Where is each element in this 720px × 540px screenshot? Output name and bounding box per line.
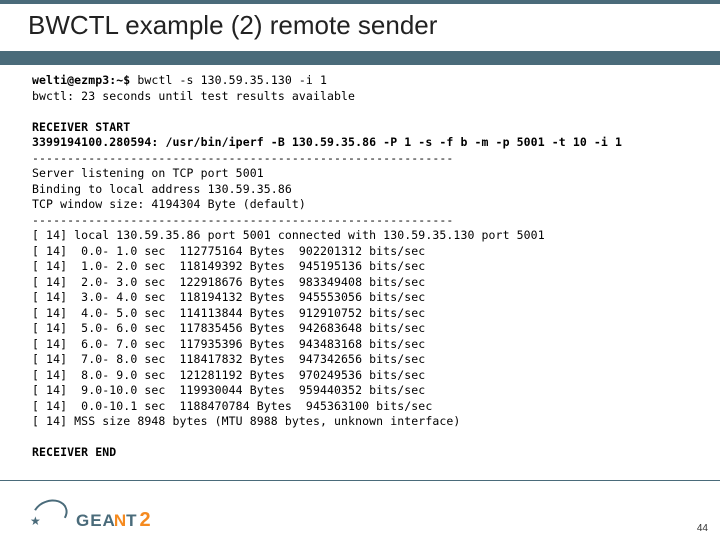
slide-title: BWCTL example (2) remote sender — [28, 10, 720, 41]
data-row: [ 14] 4.0- 5.0 sec 114113844 Bytes 91291… — [32, 306, 425, 320]
title-bar: BWCTL example (2) remote sender — [0, 0, 720, 65]
header-line: 3399194100.280594: /usr/bin/iperf -B 130… — [32, 135, 622, 149]
conn-line: [ 14] local 130.59.35.86 port 5001 conne… — [32, 228, 545, 242]
data-row: [ 14] 5.0- 6.0 sec 117835456 Bytes 94268… — [32, 321, 425, 335]
dash-line: ----------------------------------------… — [32, 151, 453, 165]
data-row: [ 14] 9.0-10.0 sec 119930044 Bytes 95944… — [32, 383, 425, 397]
star-icon: ★ — [30, 514, 41, 528]
data-row: [ 14] 7.0- 8.0 sec 118417832 Bytes 94734… — [32, 352, 425, 366]
logo-gea: GEA — [76, 511, 116, 531]
data-row: [ 14] 1.0- 2.0 sec 118149392 Bytes 94519… — [32, 259, 425, 273]
data-row: [ 14] 8.0- 9.0 sec 121281192 Bytes 97024… — [32, 368, 425, 382]
geant-logo: ★ GEANT2 — [30, 498, 151, 532]
recv-start: RECEIVER START — [32, 120, 130, 134]
page-number: 44 — [697, 523, 708, 534]
tcp-window: TCP window size: 4194304 Byte (default) — [32, 197, 306, 211]
data-row: [ 14] 0.0- 1.0 sec 112775164 Bytes 90220… — [32, 244, 425, 258]
data-row: [ 14] 6.0- 7.0 sec 117935396 Bytes 94348… — [32, 337, 425, 351]
data-row: [ 14] 2.0- 3.0 sec 122918676 Bytes 98334… — [32, 275, 425, 289]
terminal-output: welti@ezmp3:~$ bwctl -s 130.59.35.130 -i… — [0, 65, 720, 461]
dash-line: ----------------------------------------… — [32, 213, 453, 227]
data-row: [ 14] 0.0-10.1 sec 1188470784 Bytes 9453… — [32, 399, 432, 413]
logo-2: 2 — [140, 509, 151, 532]
logo-mark-icon: ★ — [30, 498, 72, 532]
logo-n: N — [114, 511, 126, 531]
footer: ★ GEANT2 44 — [0, 480, 720, 540]
mss-line: [ 14] MSS size 8948 bytes (MTU 8988 byte… — [32, 414, 460, 428]
logo-t: T — [126, 511, 137, 531]
data-row: [ 14] 3.0- 4.0 sec 118194132 Bytes 94555… — [32, 290, 425, 304]
cmd-text: bwctl -s 130.59.35.130 -i 1 — [130, 73, 327, 87]
binding: Binding to local address 130.59.35.86 — [32, 182, 292, 196]
wait-line: bwctl: 23 seconds until test results ava… — [32, 89, 355, 103]
recv-end: RECEIVER END — [32, 445, 116, 459]
cmd-prompt: welti@ezmp3:~$ — [32, 73, 130, 87]
logo-text: GEANT2 — [76, 509, 151, 532]
server-listen: Server listening on TCP port 5001 — [32, 166, 264, 180]
